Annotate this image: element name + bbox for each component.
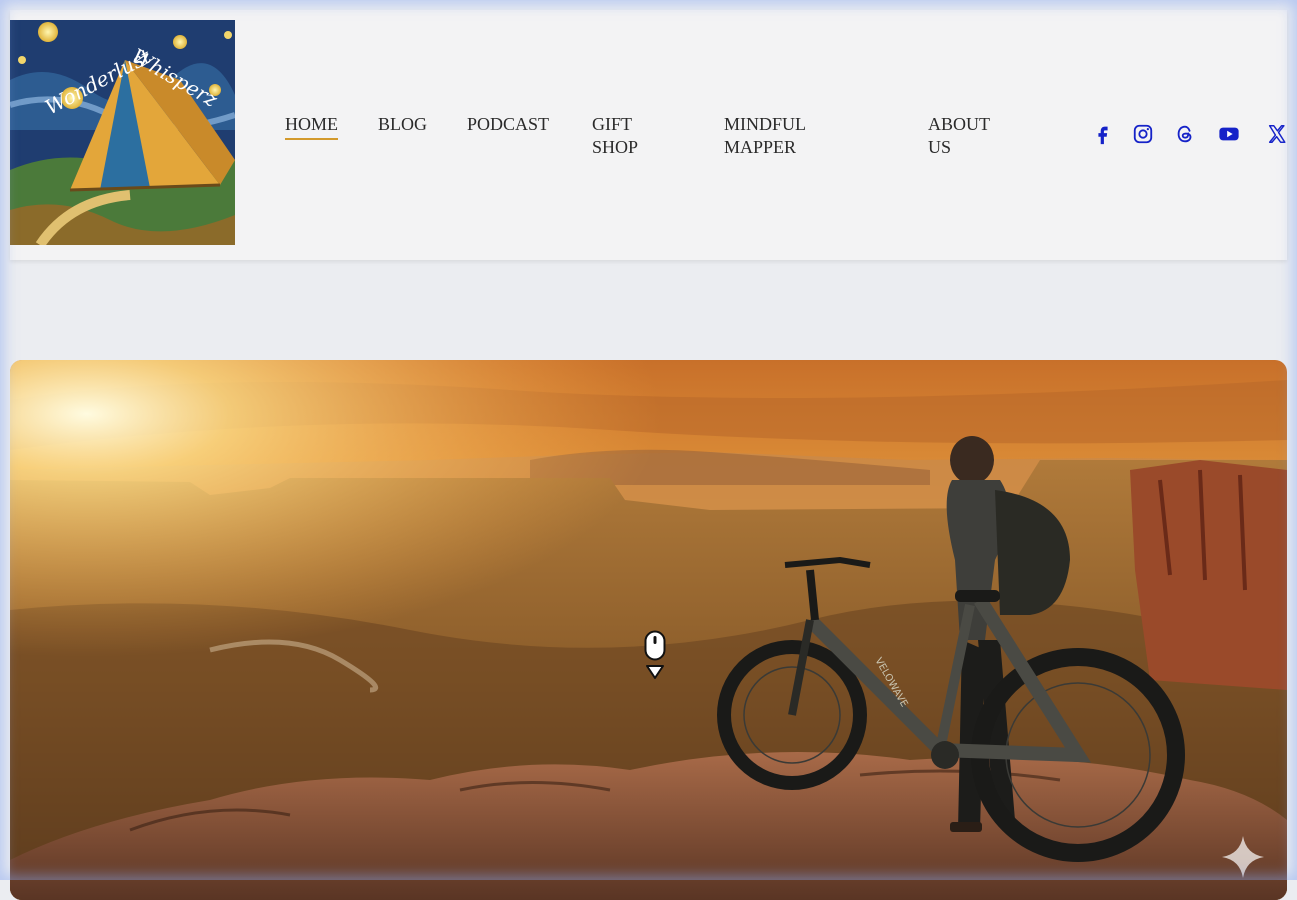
x-icon[interactable]	[1266, 123, 1288, 145]
scroll-down-indicator[interactable]	[644, 630, 666, 682]
youtube-icon[interactable]	[1218, 123, 1240, 145]
threads-icon[interactable]	[1174, 123, 1196, 145]
hero-banner: VELOWAVE	[10, 360, 1287, 900]
nav-gift-shop[interactable]: GIFT SHOP	[592, 113, 638, 159]
site-header: Wonderlust Whisperz HOME BLOG PODCAST GI…	[10, 10, 1287, 260]
nav-blog[interactable]: BLOG	[378, 113, 427, 136]
nav-about-us[interactable]: ABOUT US	[928, 113, 990, 159]
sparkle-icon	[1220, 834, 1266, 880]
nav-podcast[interactable]: PODCAST	[467, 113, 549, 136]
facebook-icon[interactable]	[1092, 123, 1114, 145]
nav-home[interactable]: HOME	[285, 113, 338, 140]
nav-mindful-mapper[interactable]: MINDFUL MAPPER	[724, 113, 806, 159]
instagram-icon[interactable]	[1132, 123, 1154, 145]
